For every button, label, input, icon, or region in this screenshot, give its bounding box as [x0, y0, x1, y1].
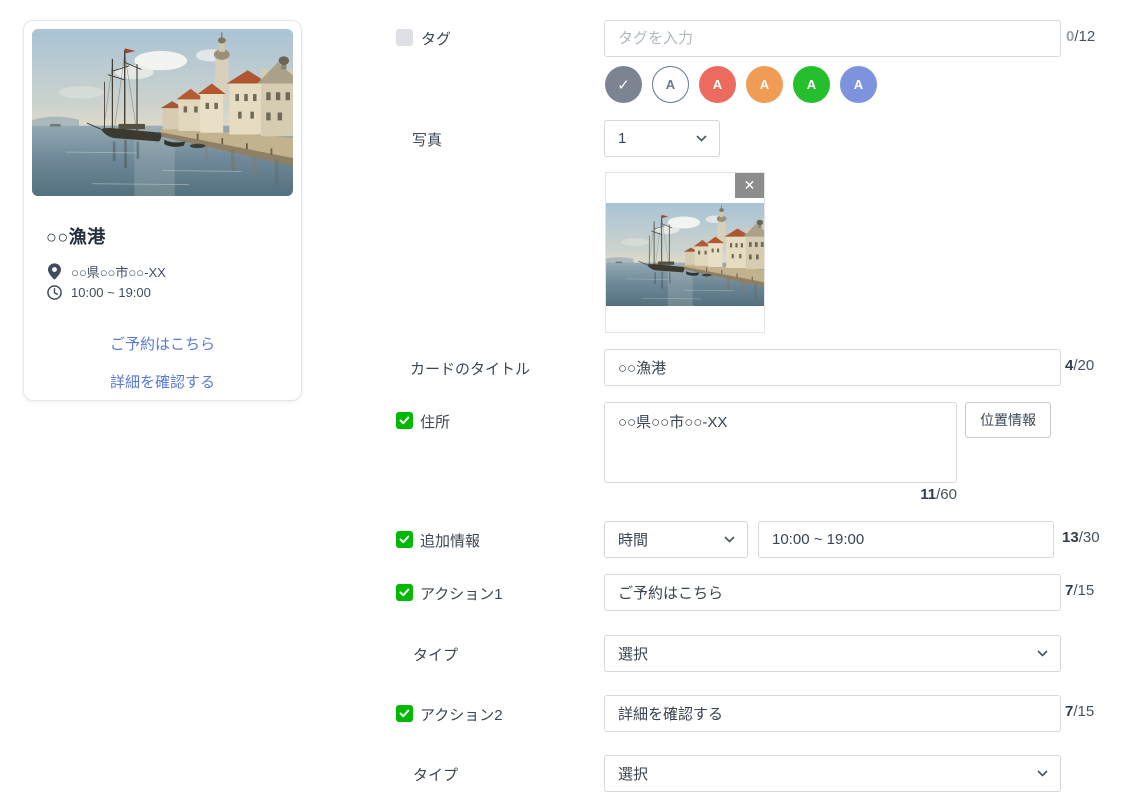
check-icon [399, 588, 410, 597]
harbor-painting-image [32, 29, 293, 196]
photo-remove-button[interactable]: ✕ [735, 173, 764, 198]
action1-checkbox[interactable] [396, 584, 413, 601]
extra-info-label: 追加情報 [420, 533, 481, 550]
photo-count-value: 1 [618, 130, 627, 147]
chevron-down-icon [1037, 770, 1048, 777]
card-preview-address: ○○県○○市○○-XX [71, 265, 166, 280]
address-char-counter: 11/60 [920, 486, 957, 503]
extra-info-type-select[interactable]: 時間 [604, 521, 748, 558]
tag-char-counter: 0/12 [1066, 28, 1096, 45]
location-pin-icon [46, 263, 62, 280]
action1-type-select[interactable]: 選択 [604, 635, 1061, 672]
chevron-down-icon [724, 536, 735, 543]
photo-count-select[interactable]: 1 [604, 120, 720, 157]
tag-checkbox[interactable] [396, 29, 413, 46]
tag-label: タグ [421, 31, 452, 48]
action2-input[interactable] [604, 695, 1061, 732]
harbor-painting-thumbnail [606, 203, 764, 306]
tag-color-white[interactable]: A [652, 66, 689, 103]
photo-thumbnail-image [606, 203, 764, 306]
action2-type-select[interactable]: 選択 [604, 755, 1061, 792]
card-message-editor: ○○漁港 ○○県○○市○○-XX 10:00 ~ 19:00 ご予約はこちら 詳… [0, 0, 1144, 803]
action1-type-label: タイプ [413, 647, 459, 664]
card-preview-action2-link[interactable]: 詳細を確認する [24, 371, 301, 392]
tag-color-red[interactable]: A [699, 66, 736, 103]
action2-type-label: タイプ [413, 767, 459, 784]
card-preview-title: ○○漁港 [46, 227, 106, 247]
tag-color-palette: ✓ A A A A A [605, 66, 877, 103]
card-preview-address-row: ○○県○○市○○-XX [46, 262, 166, 281]
action2-type-value: 選択 [618, 766, 649, 783]
address-label: 住所 [420, 414, 451, 431]
close-icon: ✕ [743, 177, 756, 193]
card-preview-action1-link[interactable]: ご予約はこちら [24, 333, 301, 354]
check-icon [399, 416, 410, 425]
tag-color-default-selected[interactable]: ✓ [605, 66, 642, 103]
extra-info-input[interactable] [758, 521, 1054, 558]
tag-color-blue[interactable]: A [840, 66, 877, 103]
action1-type-value: 選択 [618, 646, 649, 663]
chevron-down-icon [696, 135, 707, 142]
check-icon [399, 709, 410, 718]
action1-char-counter: 7/15 [1065, 582, 1095, 599]
action2-checkbox[interactable] [396, 705, 413, 722]
action2-char-counter: 7/15 [1065, 703, 1095, 720]
photo-label: 写真 [412, 132, 443, 149]
check-icon [399, 535, 410, 544]
extra-info-char-counter: 13/30 [1062, 529, 1100, 546]
card-title-input[interactable] [604, 349, 1061, 386]
action1-input[interactable] [604, 574, 1061, 611]
card-preview: ○○漁港 ○○県○○市○○-XX 10:00 ~ 19:00 ご予約はこちら 詳… [23, 20, 302, 401]
extra-info-type-value: 時間 [618, 532, 649, 549]
address-textarea[interactable]: ○○県○○市○○-XX [604, 402, 957, 483]
extra-info-checkbox[interactable] [396, 531, 413, 548]
tag-color-green[interactable]: A [793, 66, 830, 103]
card-title-label: カードのタイトル [410, 361, 531, 378]
location-info-button[interactable]: 位置情報 [965, 402, 1051, 438]
card-preview-hours-row: 10:00 ~ 19:00 [46, 285, 151, 300]
action2-label: アクション2 [420, 707, 503, 724]
tag-input[interactable] [604, 20, 1061, 57]
photo-thumbnail-card: ✕ [605, 172, 765, 333]
action1-label: アクション1 [420, 586, 503, 603]
card-preview-photo [32, 29, 293, 196]
card-preview-hours: 10:00 ~ 19:00 [71, 285, 151, 300]
tag-color-orange[interactable]: A [746, 66, 783, 103]
address-checkbox[interactable] [396, 412, 413, 429]
clock-icon [46, 285, 62, 300]
chevron-down-icon [1037, 650, 1048, 657]
card-title-char-counter: 4/20 [1065, 357, 1095, 374]
